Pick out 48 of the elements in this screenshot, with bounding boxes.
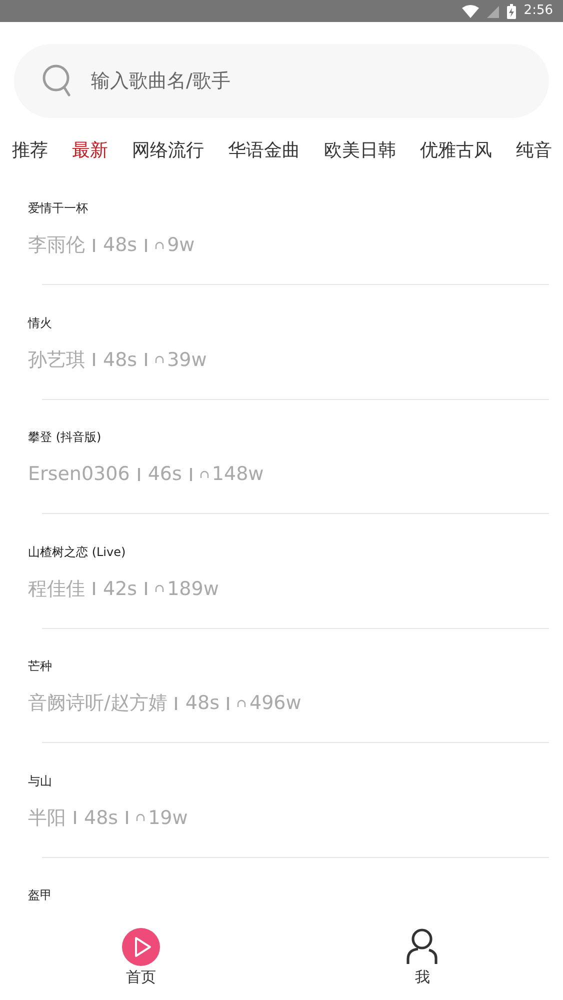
artist-name: Ersen0306	[28, 462, 130, 486]
artist-name: 半阳	[28, 806, 66, 830]
song-title[interactable]: 情火	[28, 314, 563, 330]
artist-name: 孙艺琪	[28, 348, 85, 372]
play-count: 496w	[249, 691, 302, 715]
wifi-icon	[462, 4, 479, 18]
song-duration: 42s	[103, 576, 138, 600]
nav-tab[interactable]: 我	[282, 920, 563, 1000]
play-count: 9w	[167, 233, 195, 257]
song-title[interactable]: 与山	[28, 772, 563, 788]
status-time: 2:56	[524, 2, 553, 20]
song-title[interactable]: 芒种	[28, 658, 563, 674]
headphones-icon	[155, 355, 164, 364]
headphones-icon	[155, 240, 164, 250]
search-field[interactable]: 输入歌曲名/歌手	[14, 44, 549, 118]
song-duration: 48s	[185, 691, 220, 715]
artist-name: 音阙诗听/赵方婧	[28, 691, 168, 715]
headphones-icon	[237, 698, 246, 708]
play-count: 39w	[167, 348, 207, 372]
song-title[interactable]: 攀登 (抖音版)	[28, 429, 563, 445]
headphones-icon	[155, 584, 164, 593]
song-duration: 48s	[103, 233, 138, 257]
play-count: 19w	[148, 806, 188, 830]
artist-name: 李雨伦	[28, 233, 85, 257]
song-title[interactable]: 山楂树之恋 (Live)	[28, 544, 563, 560]
song-title[interactable]: 盔甲	[28, 887, 563, 903]
search-icon	[42, 64, 72, 98]
category-tab[interactable]: 推荐	[12, 138, 48, 164]
category-tab[interactable]: 优雅古风	[420, 138, 492, 164]
song-duration: 46s	[148, 462, 182, 486]
battery-icon	[506, 4, 516, 18]
category-tab[interactable]: 欧美日韩	[324, 138, 396, 164]
play-icon	[122, 928, 160, 966]
artist-name: 程佳佳	[28, 576, 85, 600]
play-count: 148w	[212, 462, 264, 486]
category-tab[interactable]: 最新	[72, 138, 108, 164]
category-tab[interactable]: 网络流行	[132, 138, 204, 164]
headphones-icon	[136, 813, 146, 822]
song-title[interactable]: 爱情干一杯	[28, 200, 563, 216]
nav-tab[interactable]: 首页	[0, 920, 282, 1000]
headphones-icon	[200, 470, 209, 478]
category-tab[interactable]: 纯音	[516, 138, 552, 164]
signal-icon	[486, 4, 499, 18]
play-count: 189w	[167, 576, 219, 600]
user-icon	[405, 928, 440, 966]
song-duration: 48s	[84, 806, 118, 830]
category-tab[interactable]: 华语金曲	[228, 138, 300, 164]
song-duration: 48s	[103, 348, 138, 372]
